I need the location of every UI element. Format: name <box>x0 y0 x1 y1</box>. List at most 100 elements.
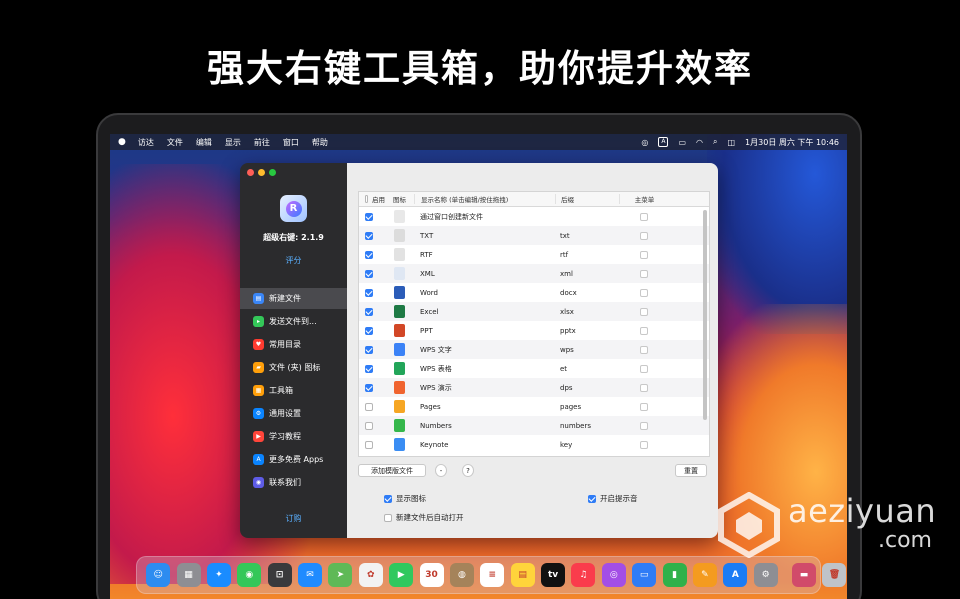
row-enabled-checkbox[interactable] <box>365 326 373 335</box>
row-name[interactable]: WPS 演示 <box>414 383 555 393</box>
remove-button[interactable]: - <box>435 464 447 477</box>
row-name[interactable]: WPS 表格 <box>414 364 555 374</box>
row-main-menu-checkbox[interactable] <box>640 288 648 297</box>
table-row[interactable]: Pages pages <box>359 397 709 416</box>
show-icon-option[interactable]: 显示图标 <box>384 493 426 504</box>
notes-icon[interactable]: ▤ <box>510 563 535 587</box>
row-enabled-checkbox[interactable] <box>365 345 373 354</box>
table-row[interactable]: Excel xlsx <box>359 302 709 321</box>
row-name[interactable]: RTF <box>414 251 555 259</box>
row-name[interactable]: Pages <box>414 403 555 411</box>
reminders-icon[interactable]: ≡ <box>480 563 505 587</box>
row-enabled-checkbox[interactable] <box>365 383 373 392</box>
table-row[interactable]: 通过窗口创建新文件 <box>359 207 709 226</box>
row-suffix[interactable]: et <box>555 365 619 373</box>
messages-icon[interactable]: ◉ <box>237 563 262 587</box>
pages-dock-icon[interactable]: ✎ <box>692 563 717 587</box>
sound-option[interactable]: 开启提示音 <box>588 493 638 504</box>
sidebar-item-toolbox[interactable]: ▦ 工具箱 <box>240 380 347 401</box>
row-name[interactable]: Word <box>414 289 555 297</box>
auto-open-option[interactable]: 新建文件后自动打开 <box>384 512 464 523</box>
row-name[interactable]: Excel <box>414 308 555 316</box>
control-center-icon[interactable]: ◫ <box>727 138 735 147</box>
table-row[interactable]: WPS 表格 et <box>359 359 709 378</box>
wifi-icon[interactable]: ◠ <box>696 138 703 147</box>
sidebar-item-contact[interactable]: ◉ 联系我们 <box>240 472 347 493</box>
calendar-icon[interactable]: 30 <box>419 563 444 587</box>
show-icon-checkbox[interactable] <box>384 494 392 503</box>
row-name[interactable]: TXT <box>414 232 555 240</box>
photos-icon[interactable]: ✿ <box>358 563 383 587</box>
row-name[interactable]: WPS 文字 <box>414 345 555 355</box>
numbers-dock-icon[interactable]: ▮ <box>662 563 687 587</box>
music-icon[interactable]: ♫ <box>571 563 596 587</box>
table-row[interactable]: XML xml <box>359 264 709 283</box>
minimize-button[interactable] <box>258 169 265 176</box>
search-icon[interactable]: ⌕ <box>713 137 717 147</box>
row-main-menu-checkbox[interactable] <box>640 307 648 316</box>
row-suffix[interactable]: xml <box>555 270 619 278</box>
table-row[interactable]: TXT txt <box>359 226 709 245</box>
row-name[interactable]: Numbers <box>414 422 555 430</box>
sound-checkbox[interactable] <box>588 494 596 503</box>
auto-open-checkbox[interactable] <box>384 513 392 522</box>
row-name[interactable]: Keynote <box>414 441 555 449</box>
row-main-menu-checkbox[interactable] <box>640 383 648 392</box>
select-all-checkbox[interactable] <box>365 195 368 203</box>
podcasts-icon[interactable]: ◎ <box>601 563 626 587</box>
help-button[interactable]: ? <box>462 464 474 477</box>
row-enabled-checkbox[interactable] <box>365 212 373 221</box>
row-enabled-checkbox[interactable] <box>365 421 373 430</box>
apple-tv-icon[interactable]: tv <box>541 563 566 587</box>
row-suffix[interactable]: pages <box>555 403 619 411</box>
row-enabled-checkbox[interactable] <box>365 269 373 278</box>
row-name[interactable]: 通过窗口创建新文件 <box>414 212 555 222</box>
sidebar-item-send-file[interactable]: ▸ 发送文件到... <box>240 311 347 332</box>
sidebar-item-common-dirs[interactable]: ♥ 常用目录 <box>240 334 347 355</box>
close-button[interactable] <box>247 169 254 176</box>
table-row[interactable]: Keynote key <box>359 435 709 454</box>
row-suffix[interactable]: rtf <box>555 251 619 259</box>
row-enabled-checkbox[interactable] <box>365 288 373 297</box>
row-enabled-checkbox[interactable] <box>365 364 373 373</box>
row-suffix[interactable]: docx <box>555 289 619 297</box>
row-main-menu-checkbox[interactable] <box>640 231 648 240</box>
row-suffix[interactable]: txt <box>555 232 619 240</box>
menu-edit[interactable]: 编辑 <box>196 137 212 148</box>
menu-file[interactable]: 文件 <box>167 137 183 148</box>
menu-finder[interactable]: 访达 <box>138 137 154 148</box>
table-row[interactable]: WPS 文字 wps <box>359 340 709 359</box>
row-suffix[interactable]: key <box>555 441 619 449</box>
buy-link[interactable]: 订购 <box>240 513 347 524</box>
sidebar-item-more-apps[interactable]: A 更多免费 Apps <box>240 449 347 470</box>
row-enabled-checkbox[interactable] <box>365 250 373 259</box>
menu-clock[interactable]: 1月30日 周六 下午 10:46 <box>745 137 839 148</box>
row-enabled-checkbox[interactable] <box>365 307 373 316</box>
row-main-menu-checkbox[interactable] <box>640 326 648 335</box>
mail-icon[interactable]: ✉ <box>298 563 323 587</box>
add-template-button[interactable]: 添加模版文件 <box>358 464 426 477</box>
row-name[interactable]: XML <box>414 270 555 278</box>
facetime-icon[interactable]: ▶ <box>389 563 414 587</box>
menu-go[interactable]: 前往 <box>254 137 270 148</box>
sidebar-item-new-file[interactable]: ▤ 新建文件 <box>240 288 347 309</box>
sidebar-item-settings[interactable]: ⚙ 通用设置 <box>240 403 347 424</box>
status-app-icon[interactable]: ◎ <box>641 138 648 147</box>
zoom-button[interactable] <box>269 169 276 176</box>
row-suffix[interactable]: numbers <box>555 422 619 430</box>
row-name[interactable]: PPT <box>414 327 555 335</box>
finder-icon[interactable]: ☺ <box>146 563 171 587</box>
row-suffix[interactable]: dps <box>555 384 619 392</box>
menu-window[interactable]: 窗口 <box>283 137 299 148</box>
table-row[interactable]: RTF rtf <box>359 245 709 264</box>
apple-menu-icon[interactable]: ● <box>118 137 126 147</box>
input-source-icon[interactable]: A <box>658 137 669 147</box>
sidebar-item-folder-icons[interactable]: ▰ 文件 (夹) 图标 <box>240 357 347 378</box>
row-enabled-checkbox[interactable] <box>365 402 373 411</box>
keynote-dock-icon[interactable]: ▭ <box>632 563 657 587</box>
reset-button[interactable]: 重置 <box>675 464 707 477</box>
row-main-menu-checkbox[interactable] <box>640 345 648 354</box>
row-main-menu-checkbox[interactable] <box>640 421 648 430</box>
row-suffix[interactable]: xlsx <box>555 308 619 316</box>
contacts-icon[interactable]: ◍ <box>449 563 474 587</box>
